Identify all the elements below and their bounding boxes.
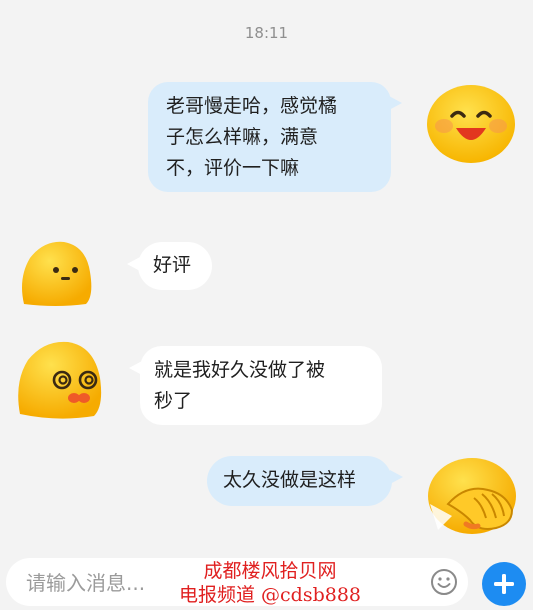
bubble-tail [389, 96, 402, 110]
bubble-tail [390, 470, 403, 484]
watermark-line: 电报频道 @cdsb888 [178, 584, 362, 606]
message-line: 不，评价一下嘛 [166, 157, 300, 179]
outgoing-message-bubble[interactable]: 太久没做是这样 [207, 456, 403, 506]
dizzy-blob-emoji-icon[interactable] [14, 338, 104, 422]
plus-icon[interactable] [482, 562, 526, 606]
message-line: 秒了 [154, 390, 193, 412]
message-timestamp: 18:11 [244, 24, 289, 42]
incoming-message-bubble[interactable]: 就是我好久没做了被 秒了 [129, 346, 382, 425]
incoming-message-bubble[interactable]: 好评 [127, 242, 212, 290]
watermark: 成都楼风拾贝网 电报频道 @cdsb888 [170, 560, 370, 607]
message-line: 老哥慢走哈，感觉橘 [166, 95, 338, 117]
watermark-line: 成都楼风拾贝网 [203, 560, 337, 582]
bubble-tail [127, 257, 140, 271]
laughing-blob-emoji-icon[interactable] [424, 82, 518, 166]
smiley-icon[interactable] [430, 568, 458, 596]
facepalm-blob-emoji-icon[interactable] [426, 454, 520, 536]
message-line: 子怎么样嘛，满意 [166, 126, 319, 148]
message-line: 好评 [153, 254, 192, 276]
neutral-blob-emoji-icon[interactable] [16, 238, 96, 310]
outgoing-message-bubble[interactable]: 老哥慢走哈，感觉橘 子怎么样嘛，满意 不，评价一下嘛 [148, 82, 402, 192]
message-line: 就是我好久没做了被 [154, 359, 326, 381]
message-line: 太久没做是这样 [223, 469, 357, 491]
bubble-tail [129, 361, 142, 375]
